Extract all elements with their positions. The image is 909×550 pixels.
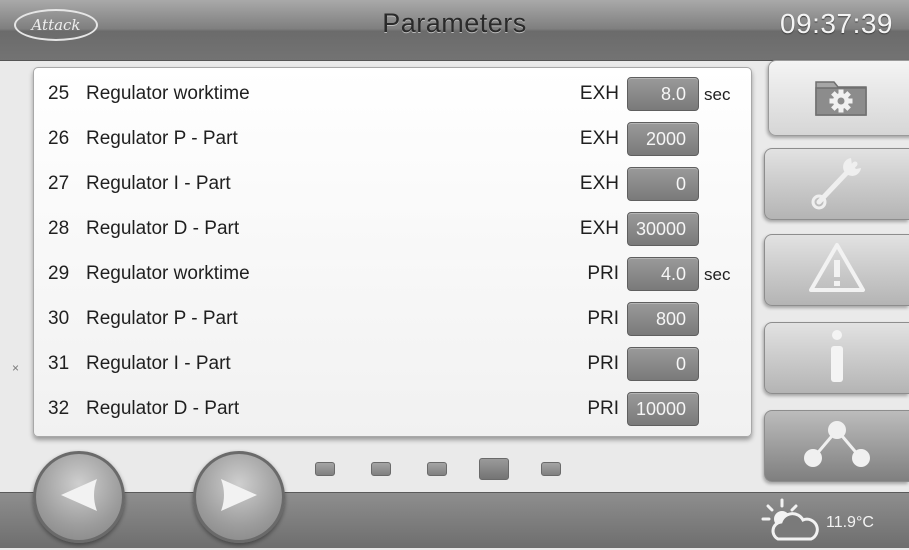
previous-page-button[interactable] <box>33 451 125 543</box>
parameter-value[interactable]: 30000 <box>627 212 699 246</box>
parameter-value[interactable]: 2000 <box>627 122 699 156</box>
parameter-row[interactable]: 30 Regulator P - Part PRI 800 <box>34 297 751 342</box>
parameter-number: 32 <box>48 398 70 419</box>
parameter-label: Regulator I - Part <box>86 173 231 194</box>
folder-gear-icon <box>812 74 870 123</box>
parameter-row[interactable]: 27 Regulator I - Part EXH 0 <box>34 162 751 207</box>
alarms-menu-button[interactable] <box>764 234 909 306</box>
page-title: Parameters <box>382 8 527 38</box>
parameter-row[interactable]: 25 Regulator worktime EXH 8.0 sec <box>34 72 751 117</box>
parameter-unit: sec <box>704 85 731 104</box>
parameter-label: Regulator D - Part <box>86 398 240 419</box>
page-dot[interactable] <box>427 462 447 476</box>
header-bar: Attack Parameters 09:37:39 <box>0 0 909 61</box>
parameter-label: Regulator worktime <box>86 83 250 104</box>
parameter-number: 26 <box>48 128 70 149</box>
page-dot[interactable] <box>371 462 391 476</box>
parameter-number: 29 <box>48 263 70 284</box>
page-dot-current[interactable] <box>479 458 509 480</box>
warning-icon <box>807 240 867 301</box>
parameter-number: 31 <box>48 353 70 374</box>
parameter-label: Regulator D - Part <box>86 218 240 239</box>
parameter-circuit: PRI <box>587 263 619 284</box>
parameter-number: 25 <box>48 83 70 104</box>
side-mark: × <box>12 361 20 375</box>
outdoor-temperature: 11.9°C <box>826 514 874 531</box>
parameter-row[interactable]: 29 Regulator worktime PRI 4.0 sec <box>34 252 751 297</box>
info-icon <box>817 326 857 391</box>
parameter-list: 25 Regulator worktime EXH 8.0 sec 26 Reg… <box>33 67 752 437</box>
parameter-value[interactable]: 0 <box>627 347 699 381</box>
sun-cloud-icon <box>760 497 822 550</box>
parameter-label: Regulator P - Part <box>86 308 238 329</box>
page-dot[interactable] <box>541 462 561 476</box>
page-dot[interactable] <box>315 462 335 476</box>
parameter-row[interactable]: 28 Regulator D - Part EXH 30000 <box>34 207 751 252</box>
parameter-label: Regulator I - Part <box>86 353 231 374</box>
next-page-button[interactable] <box>193 451 285 543</box>
clock: 09:37:39 <box>780 8 893 39</box>
parameter-circuit: EXH <box>579 83 619 104</box>
parameter-unit: sec <box>704 265 731 284</box>
network-menu-button[interactable] <box>764 410 909 482</box>
parameter-circuit: EXH <box>579 128 619 149</box>
parameter-circuit: EXH <box>579 173 619 194</box>
parameter-circuit: PRI <box>587 353 619 374</box>
arrow-left-icon <box>57 475 101 520</box>
parameter-value[interactable]: 10000 <box>627 392 699 426</box>
network-icon <box>797 416 877 477</box>
parameter-circuit: PRI <box>587 398 619 419</box>
wrench-icon <box>807 152 867 217</box>
service-menu-button[interactable] <box>764 148 909 220</box>
arrow-right-icon <box>217 475 261 520</box>
parameters-menu-button[interactable] <box>768 60 909 136</box>
parameter-value[interactable]: 800 <box>627 302 699 336</box>
parameter-label: Regulator worktime <box>86 263 250 284</box>
parameter-row[interactable]: 31 Regulator I - Part PRI 0 <box>34 342 751 387</box>
parameter-label: Regulator P - Part <box>86 128 238 149</box>
parameter-circuit: PRI <box>587 308 619 329</box>
parameter-value[interactable]: 8.0 <box>627 77 699 111</box>
info-menu-button[interactable] <box>764 322 909 394</box>
parameter-row[interactable]: 32 Regulator D - Part PRI 10000 <box>34 387 751 432</box>
parameter-number: 27 <box>48 173 70 194</box>
parameter-value[interactable]: 0 <box>627 167 699 201</box>
parameter-row[interactable]: 26 Regulator P - Part EXH 2000 <box>34 117 751 162</box>
parameter-value[interactable]: 4.0 <box>627 257 699 291</box>
parameter-number: 28 <box>48 218 70 239</box>
parameter-number: 30 <box>48 308 70 329</box>
parameter-circuit: EXH <box>579 218 619 239</box>
